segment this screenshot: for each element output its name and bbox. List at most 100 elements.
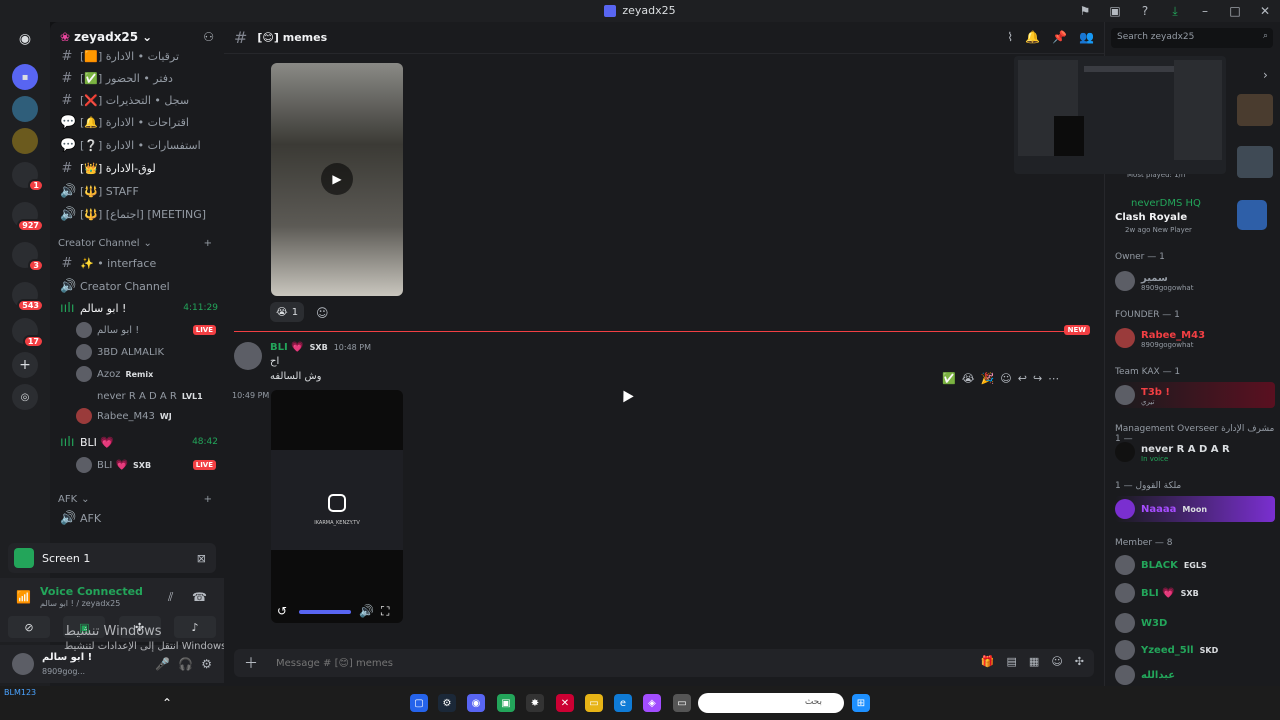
emoji-icon[interactable]: ☺ [1051,655,1062,668]
file-explorer-icon[interactable]: ▭ [585,694,603,712]
check-reaction-icon[interactable]: ✅ [942,372,956,385]
channel-item[interactable]: # ✨ • interface [56,253,218,273]
discover-icon[interactable]: ◎ [12,384,38,410]
forward-icon[interactable]: ↪ [1033,372,1042,385]
stream-preview[interactable] [1014,56,1226,174]
app-icon[interactable]: ▣ [497,694,515,712]
search-input[interactable]: Search zeyadx25 ⌕ [1111,28,1273,48]
server-folder-icon[interactable]: 1 [12,162,44,192]
voice-channel[interactable]: ıılı ابو سالم ! 4:11:29 [56,298,218,318]
app-icon[interactable]: ✕ [556,694,574,712]
fullscreen-icon[interactable]: ⛶ [381,604,389,619]
member-item[interactable]: W3D [1115,610,1275,636]
copilot-icon[interactable]: ◈ [643,694,661,712]
channel-item[interactable]: # [🟧] ترقيات • الادارة [56,46,218,66]
member-item[interactable]: عبدالله [1115,662,1275,688]
member-list-icon[interactable]: 👥 [1079,30,1094,44]
member-item[interactable]: BLI 💗 SXB [1115,580,1275,606]
download-icon[interactable]: ⤓ [1160,4,1190,19]
server-folder-icon[interactable]: 17 [12,318,44,348]
member-item[interactable]: T3b ! تيري [1115,382,1275,408]
message-input[interactable] [276,657,676,669]
headphones-icon[interactable]: 🎧 [178,657,193,671]
close-icon[interactable]: ✕ [1250,4,1280,18]
play-icon[interactable]: ▶ [321,163,353,195]
channel-item[interactable]: 🔊 [🔱] [اجتماع] [MEETING] [56,204,218,224]
activity-card[interactable]: neverDMS HQ Clash Royale 2w ago New Play… [1115,196,1275,244]
video-attachment[interactable]: IKARMA_KENZY.TV ↺ 🔊 ⛶ [271,390,403,623]
sticker-icon[interactable]: ▦ [1029,655,1039,668]
server-icon[interactable] [12,96,38,122]
add-reaction-icon[interactable]: ☺ [316,306,329,320]
add-server-icon[interactable]: + [12,352,38,378]
threads-icon[interactable]: ⌇ [1007,30,1013,44]
channel-item[interactable]: # [👑] لوق-الادارة [56,158,218,178]
taskbar-search[interactable]: بحث [698,693,844,713]
channel-item[interactable]: 🔊 AFK [56,508,218,528]
channel-item[interactable]: 💬 [❔] استفسارات • الادارة [56,135,218,155]
maximize-icon[interactable]: □ [1220,4,1250,18]
pin-icon[interactable]: 📌 [1052,30,1067,44]
screen-share-panel[interactable]: Screen 1 ⊠ [8,543,216,573]
voice-user[interactable]: Rabee_M43 WJ [76,406,216,426]
add-member-icon[interactable]: ⚇ [203,30,214,44]
chevron-right-icon[interactable]: › [1263,68,1268,82]
member-item[interactable]: never R A D A R In voice [1115,439,1275,465]
volume-icon[interactable]: 🔊 [359,604,374,618]
minimize-icon[interactable]: – [1190,4,1220,18]
attach-icon[interactable]: ＋ [244,653,258,673]
settings-icon[interactable]: ⚙ [201,657,212,671]
gift-icon[interactable]: 🎁 [981,655,995,668]
replay-icon[interactable]: ↺ [277,604,287,618]
avatar[interactable] [234,342,262,370]
app-icon[interactable]: ✸ [526,694,544,712]
chevron-up-icon[interactable]: ⌃ [162,696,172,710]
screen-share-icon[interactable]: ▣ [1100,4,1130,18]
app-icon[interactable]: ▭ [673,694,691,712]
soundboard-button[interactable]: ♪ [173,616,216,638]
add-channel-icon[interactable]: + [204,494,212,505]
edge-icon[interactable]: e [614,694,632,712]
mic-icon[interactable]: 🎤 [155,657,170,671]
server-icon[interactable]: ▪ [12,64,38,90]
windows-start-icon[interactable]: ⊞ [852,694,870,712]
help-icon[interactable]: ? [1130,4,1160,18]
more-icon[interactable]: ⋯ [1048,372,1059,385]
gif-icon[interactable]: ▤ [1007,655,1017,668]
server-folder-icon[interactable]: 3 [12,242,44,272]
server-icon[interactable] [12,128,38,154]
category-afk[interactable]: AFK ⌄ + [58,494,212,505]
server-folder-icon[interactable]: 927 [12,202,44,232]
avatar[interactable] [12,653,34,675]
discord-home-icon[interactable]: ◉ [12,26,38,52]
reaction[interactable]: 😭 1 [270,302,305,322]
apps-icon[interactable]: ✣ [1075,655,1084,668]
channel-item[interactable]: # [❌] سجل • التحذيرات [56,90,218,110]
voice-user[interactable]: Azoz Remix [76,364,216,384]
member-item[interactable]: Naaaa Moon [1115,496,1275,522]
discord-icon[interactable]: ◉ [467,694,485,712]
voice-user[interactable]: 3BD ALMALIK [76,342,216,362]
camera-off-button[interactable]: ⊘ [8,616,50,638]
reply-icon[interactable]: ↩ [1018,372,1027,385]
video-attachment[interactable]: ▶ [271,63,403,296]
disconnect-icon[interactable]: ☎ [192,590,207,604]
server-folder-icon[interactable]: 543 [12,282,44,312]
category-creator[interactable]: Creator Channel ⌄ + [58,238,212,249]
close-screen-icon[interactable]: ⊠ [197,552,206,565]
add-channel-icon[interactable]: + [204,238,212,249]
channel-item[interactable]: 💬 [🔔] اقتراحات • الادارة [56,112,218,132]
voice-user[interactable]: ابو سالم ! LIVE [76,320,216,340]
channel-item[interactable]: # [✅] دفتر • الحضور [56,68,218,88]
server-name[interactable]: ❀ zeyadx25 ⌄ [60,30,152,44]
member-item[interactable]: Rabee_M43 8909gogowhat [1115,325,1275,351]
noise-suppression-icon[interactable]: ⫽ [168,590,173,605]
channel-item[interactable]: 🔊 Creator Channel [56,276,218,296]
member-item[interactable]: سمير 8909gogowhat [1115,268,1275,294]
member-item[interactable]: Yzeed_5ll SKD [1115,637,1275,663]
voice-user[interactable]: BLI 💗 SXB LIVE [76,455,216,475]
volume-slider[interactable] [299,610,351,614]
voice-user[interactable]: never R A D A R LVL1 [76,386,216,406]
bell-icon[interactable]: 🔔 [1025,30,1040,44]
channel-item[interactable]: 🔊 [🔱] STAFF [56,181,218,201]
